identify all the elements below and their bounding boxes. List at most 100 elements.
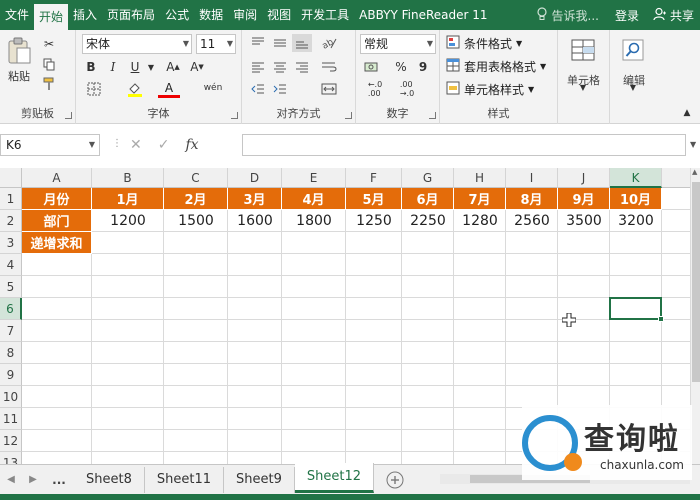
row-header-13[interactable]: 13	[0, 452, 22, 464]
tab-file[interactable]: 文件	[0, 0, 34, 30]
scroll-up-icon[interactable]: ▲	[692, 168, 697, 176]
decrease-decimal-icon[interactable]: .00 →.0	[394, 80, 420, 98]
currency-icon[interactable]	[360, 58, 384, 76]
cell-a2[interactable]: 部门	[22, 210, 92, 232]
copy-icon[interactable]	[40, 56, 58, 72]
column-header-f[interactable]: F	[346, 168, 402, 188]
align-center-icon[interactable]	[270, 58, 290, 76]
login-button[interactable]: 登录	[607, 7, 647, 24]
cell-e2[interactable]: 1800	[282, 210, 346, 232]
cell-a1[interactable]: 月份	[22, 188, 92, 210]
sheet-tab-sheet8[interactable]: Sheet8	[74, 466, 145, 493]
paste-icon[interactable]	[4, 36, 34, 66]
font-name-select[interactable]: 宋体 ▼	[82, 34, 192, 54]
comma-style-button[interactable]: 9	[414, 58, 432, 76]
row-header-4[interactable]: 4	[0, 254, 22, 276]
decrease-font-icon[interactable]: A ▼	[188, 58, 206, 76]
align-left-icon[interactable]	[248, 58, 268, 76]
wrap-text-icon[interactable]	[318, 58, 340, 76]
prev-sheet-icon[interactable]: ◀	[0, 474, 22, 485]
column-header-e[interactable]: E	[282, 168, 346, 188]
enter-icon[interactable]: ✓	[158, 137, 170, 153]
cell-j2[interactable]: 3500	[558, 210, 610, 232]
collapse-ribbon-icon[interactable]: ▲	[680, 106, 694, 120]
paste-label[interactable]: 粘贴	[4, 68, 34, 84]
align-right-icon[interactable]	[292, 58, 312, 76]
tab-abbyy[interactable]: ABBYY FineReader 11	[354, 0, 492, 30]
row-header-12[interactable]: 12	[0, 430, 22, 452]
chevron-down-icon[interactable]: ▼	[576, 82, 590, 92]
cut-icon[interactable]: ✂	[40, 36, 58, 52]
cell-b1[interactable]: 1月	[92, 188, 164, 210]
cell-f1[interactable]: 5月	[346, 188, 402, 210]
tab-review[interactable]: 审阅	[228, 0, 262, 30]
align-bottom-icon[interactable]	[292, 34, 312, 52]
merge-center-icon[interactable]	[318, 80, 340, 98]
row-header-1[interactable]: 1	[0, 188, 22, 210]
conditional-format-button[interactable]: 条件格式 ▼	[446, 35, 522, 52]
sheet-tab-sheet11[interactable]: Sheet11	[145, 466, 224, 493]
name-box[interactable]: K6 ▼	[0, 134, 100, 156]
percent-button[interactable]: %	[392, 58, 410, 76]
selected-cell-outline[interactable]	[609, 297, 664, 322]
next-sheet-icon[interactable]: ▶	[22, 474, 44, 485]
increase-decimal-icon[interactable]: ←.0.00	[362, 80, 388, 98]
column-header-k[interactable]: K	[610, 168, 662, 188]
decrease-indent-icon[interactable]	[248, 80, 268, 98]
font-size-select[interactable]: 11 ▼	[196, 34, 236, 54]
row-header-8[interactable]: 8	[0, 342, 22, 364]
clipboard-launcher-icon[interactable]	[65, 112, 72, 119]
format-painter-icon[interactable]	[40, 76, 58, 92]
align-middle-icon[interactable]	[270, 34, 290, 52]
orientation-icon[interactable]: ab	[318, 34, 340, 52]
cell-a3[interactable]: 递增求和	[22, 232, 92, 254]
cell-f2[interactable]: 1250	[346, 210, 402, 232]
bold-button[interactable]: B	[82, 58, 100, 76]
tab-formulas[interactable]: 公式	[160, 0, 194, 30]
tell-me-box[interactable]: 告诉我...	[528, 6, 607, 24]
cell-b2[interactable]: 1200	[92, 210, 164, 232]
column-header-h[interactable]: H	[454, 168, 506, 188]
alignment-launcher-icon[interactable]	[345, 112, 352, 119]
font-launcher-icon[interactable]	[231, 112, 238, 119]
align-top-icon[interactable]	[248, 34, 268, 52]
cell-d1[interactable]: 3月	[228, 188, 282, 210]
cancel-icon[interactable]: ✕	[130, 137, 142, 153]
chevron-down-icon[interactable]: ▼	[626, 82, 640, 92]
column-header-g[interactable]: G	[402, 168, 454, 188]
underline-button[interactable]: U	[126, 58, 144, 76]
phonetic-icon[interactable]: wén	[198, 78, 228, 98]
row-header-5[interactable]: 5	[0, 276, 22, 298]
cell-k1[interactable]: 10月	[610, 188, 662, 210]
cell-styles-button[interactable]: 单元格样式 ▼	[446, 81, 534, 98]
sheet-tab-sheet12[interactable]: Sheet12	[294, 463, 374, 493]
number-launcher-icon[interactable]	[429, 112, 436, 119]
grip-dots-icon[interactable]: ⋮	[112, 138, 122, 149]
row-header-11[interactable]: 11	[0, 408, 22, 430]
row-header-3[interactable]: 3	[0, 232, 22, 254]
cell-i2[interactable]: 2560	[506, 210, 558, 232]
vertical-scroll-thumb[interactable]	[692, 182, 700, 382]
border-icon[interactable]	[82, 80, 106, 98]
cells-icon[interactable]	[568, 36, 598, 64]
cell-g2[interactable]: 2250	[402, 210, 454, 232]
font-color-icon[interactable]: A	[158, 80, 180, 98]
column-header-j[interactable]: J	[558, 168, 610, 188]
row-header-10[interactable]: 10	[0, 386, 22, 408]
fill-handle[interactable]	[658, 316, 664, 322]
row-header-7[interactable]: 7	[0, 320, 22, 342]
tab-view[interactable]: 视图	[262, 0, 296, 30]
tab-home[interactable]: 开始	[34, 4, 69, 30]
select-all-corner[interactable]	[0, 168, 22, 188]
tab-page-layout[interactable]: 页面布局	[102, 0, 160, 30]
cell-e1[interactable]: 4月	[282, 188, 346, 210]
share-button[interactable]: 共享	[647, 7, 700, 24]
number-format-select[interactable]: 常规 ▼	[360, 34, 436, 54]
fill-color-icon[interactable]	[124, 80, 146, 98]
expand-formula-icon[interactable]: ▼	[690, 140, 696, 149]
increase-indent-icon[interactable]	[270, 80, 290, 98]
cell-c1[interactable]: 2月	[164, 188, 228, 210]
add-sheet-button[interactable]	[382, 467, 408, 493]
cell-d2[interactable]: 1600	[228, 210, 282, 232]
more-sheets-button[interactable]: ...	[44, 473, 74, 487]
